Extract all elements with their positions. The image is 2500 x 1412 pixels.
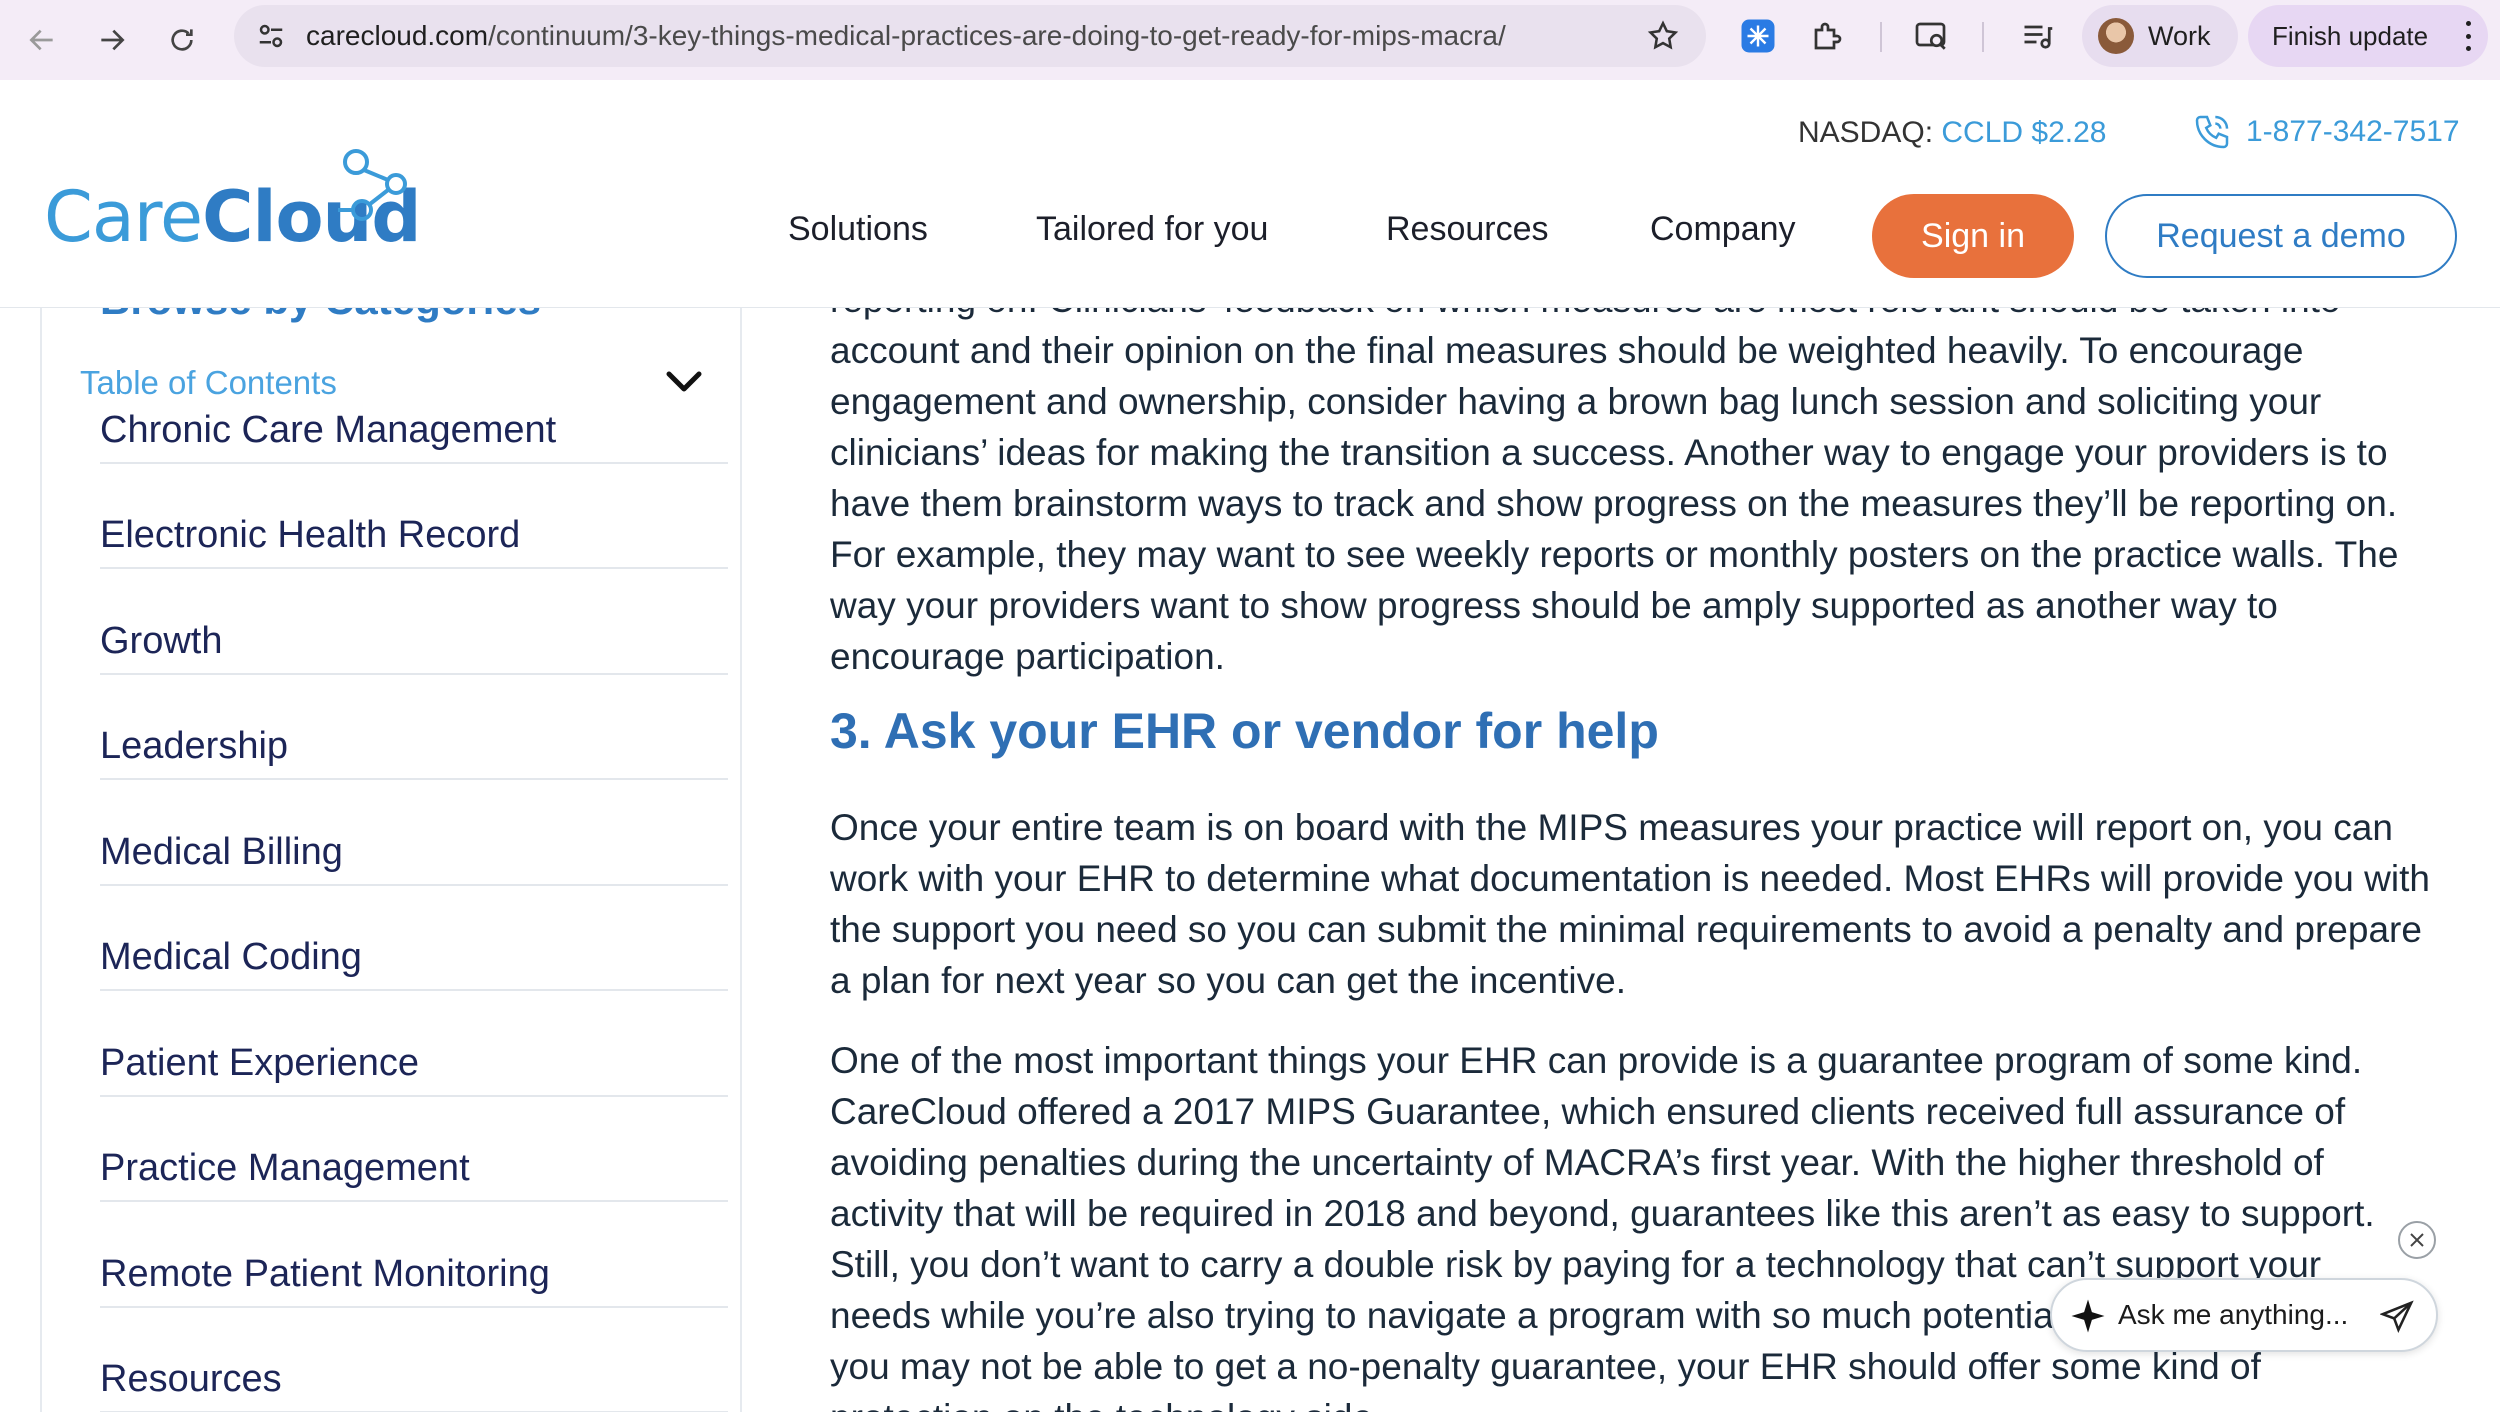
category-list: Chronic Care Management Electronic Healt… [100,358,728,1412]
carecloud-logo[interactable]: CareCloud [44,144,422,254]
section-heading: 3. Ask your EHR or vendor for help [830,703,1659,759]
nav-company[interactable]: Company [1650,210,1796,249]
browse-categories-heading: Browse by Categories [100,308,541,324]
logo-care-text: Care [44,176,203,258]
category-leadership[interactable]: Leadership [100,675,728,780]
chevron-down-icon[interactable] [664,368,704,396]
table-of-contents-toggle[interactable]: Table of Contents [80,364,337,402]
nav-tailored-for-you[interactable]: Tailored for you [1036,210,1268,249]
address-bar[interactable]: carecloud.com/continuum/3-key-things-med… [234,5,1706,67]
back-arrow-icon[interactable] [16,14,68,66]
url-text[interactable]: carecloud.com/continuum/3-key-things-med… [306,5,1506,67]
phone-icon [2195,115,2229,149]
close-icon[interactable] [2398,1221,2436,1259]
category-electronic-health-record[interactable]: Electronic Health Record [100,464,728,569]
toolbar-divider [1982,22,1984,52]
avatar [2098,18,2134,54]
category-medical-billing[interactable]: Medical Billing [100,780,728,886]
profile-button[interactable]: Work [2082,5,2238,67]
tab-search-icon[interactable] [1912,16,1952,56]
article-body: reporting on. Clinicians' feedback on wh… [830,308,2430,1412]
extension-snowflake-icon[interactable] [1738,16,1778,56]
chat-placeholder: Ask me anything... [2118,1299,2349,1330]
browser-toolbar: carecloud.com/continuum/3-key-things-med… [0,0,2500,80]
finish-update-button[interactable]: Finish update [2248,5,2488,67]
finish-update-label: Finish update [2272,21,2429,51]
category-resources[interactable]: Resources [100,1308,728,1412]
category-patient-experience[interactable]: Patient Experience [100,991,728,1097]
phone-number: 1-877-342-7517 [2246,115,2460,148]
article-paragraph: reporting on. Clinicians' feedback on wh… [830,308,2399,677]
nav-resources[interactable]: Resources [1386,210,1549,249]
logo-molecule-icon [338,149,407,221]
send-icon[interactable] [2380,1300,2414,1334]
category-growth[interactable]: Growth [100,569,728,675]
article-paragraph: One of the most important things your EH… [830,1040,2392,1412]
article-paragraph: Once your entire team is on board with t… [830,807,2430,1001]
puzzle-icon[interactable] [1808,16,1848,56]
toolbar-divider [1880,22,1882,52]
site-info-icon[interactable] [252,17,290,55]
chat-input[interactable]: Ask me anything... [2050,1278,2438,1352]
request-demo-button[interactable]: Request a demo [2105,194,2457,278]
forward-arrow-icon[interactable] [86,14,138,66]
phone-link[interactable]: 1-877-342-7517 [2192,110,2460,154]
sparkle-icon [2071,1299,2105,1333]
category-sidebar: Browse by Categories Chronic Care Manage… [40,308,742,1412]
nasdaq-quote: NASDAQ: CCLD $2.28 [1798,116,2107,149]
category-medical-coding[interactable]: Medical Coding [100,886,728,991]
nav-solutions[interactable]: Solutions [788,210,928,249]
sign-in-button[interactable]: Sign in [1872,194,2074,278]
media-control-icon[interactable] [2018,16,2058,56]
star-icon[interactable] [1646,19,1680,53]
category-practice-management[interactable]: Practice Management [100,1097,728,1202]
reload-icon[interactable] [156,14,208,66]
category-remote-patient-monitoring[interactable]: Remote Patient Monitoring [100,1202,728,1308]
site-header: CareCloud NASDAQ: CCLD $2.28 1-877-342-7… [0,80,2500,308]
profile-label: Work [2148,21,2211,51]
more-menu-icon[interactable] [2462,21,2474,51]
